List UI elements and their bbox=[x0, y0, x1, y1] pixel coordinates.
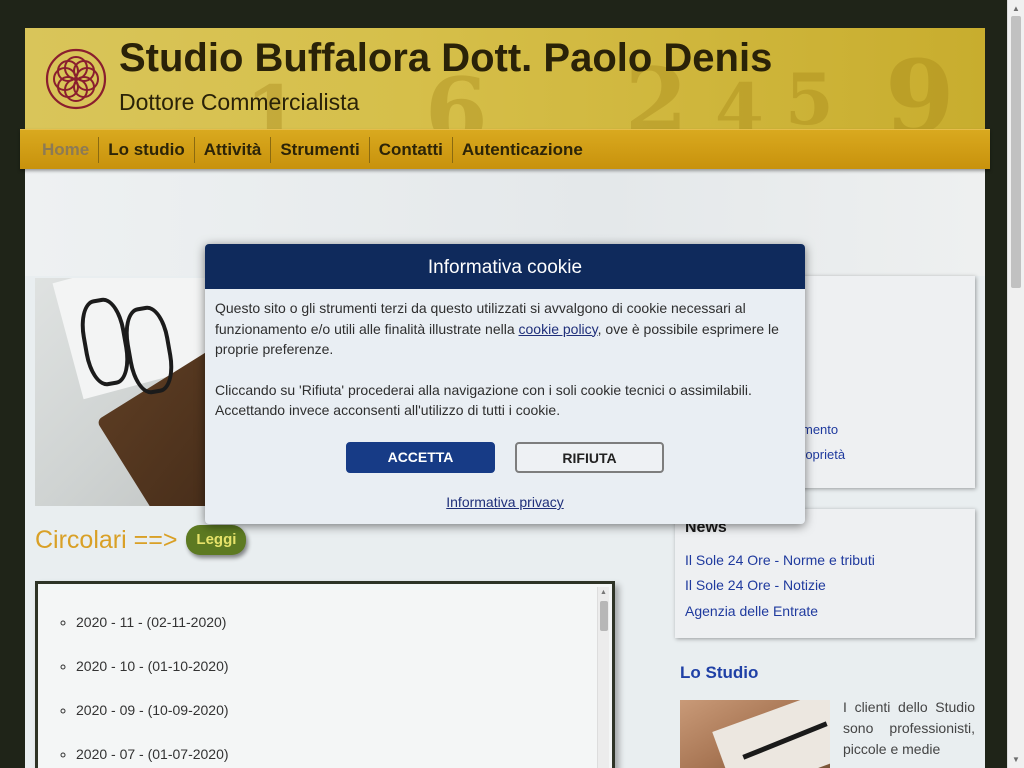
cookie-paragraph-2: Cliccando su 'Rifiuta' procederai alla n… bbox=[215, 381, 752, 419]
cookie-dialog: Informativa cookie Questo sito o gli str… bbox=[205, 244, 805, 524]
scroll-down-icon[interactable]: ▼ bbox=[1012, 755, 1020, 764]
cookie-dialog-body: Questo sito o gli strumenti terzi da que… bbox=[205, 289, 805, 421]
reject-button[interactable]: RIFIUTA bbox=[515, 442, 664, 473]
cookie-dialog-title: Informativa cookie bbox=[205, 244, 805, 289]
cookie-paragraph-1: Questo sito o gli strumenti terzi da que… bbox=[215, 298, 795, 360]
scroll-up-icon[interactable]: ▲ bbox=[1012, 4, 1020, 13]
accept-button[interactable]: ACCETTA bbox=[346, 442, 495, 473]
privacy-link[interactable]: Informativa privacy bbox=[205, 494, 805, 510]
page-scrollbar[interactable]: ▲ ▼ bbox=[1007, 0, 1024, 768]
cookie-policy-link[interactable]: cookie policy bbox=[519, 321, 598, 337]
page-scrollbar-thumb[interactable] bbox=[1011, 16, 1021, 288]
